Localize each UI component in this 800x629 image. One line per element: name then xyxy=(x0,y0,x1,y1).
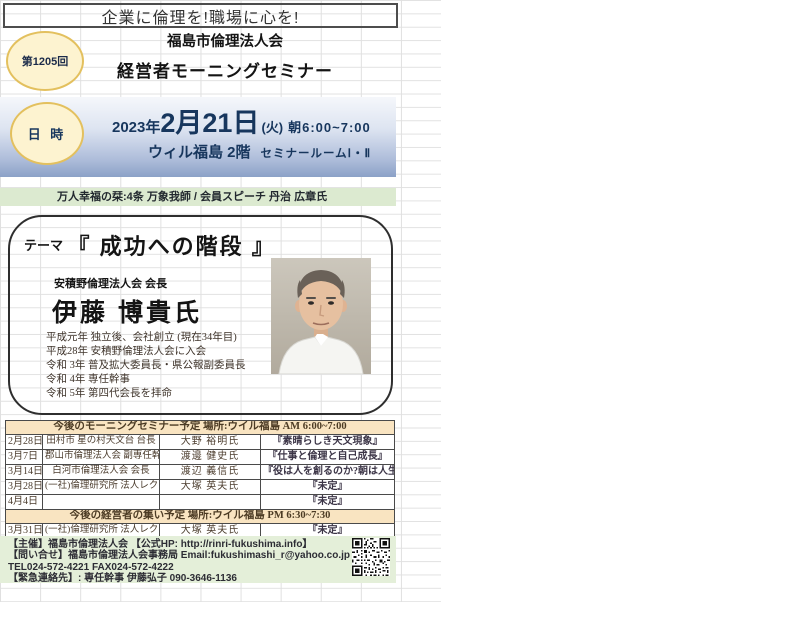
speaker-portrait-graphic xyxy=(271,258,371,374)
table-row: 4月4日 『未定』 xyxy=(6,495,395,510)
event-year: 2023年 xyxy=(112,119,160,136)
event-weekday: (火) xyxy=(261,120,283,135)
footer-contact-line: 【問い合せ】福島市倫理法人会事務局 Email:fukushimashi_r@y… xyxy=(8,550,396,561)
morning-schedule-header-row: 今後のモーニングセミナー予定 場所:ウイル福島 AM 6:00~7:00 xyxy=(6,421,395,435)
cell-theme: 『仕事と倫理と自己成長』 xyxy=(261,450,395,465)
cell-title: 郡山市倫理法人会 副専任幹事 xyxy=(43,450,160,465)
cell-name xyxy=(160,495,261,510)
bio-line: 令和 3年 普及拡大委員長・県公報副委員長 xyxy=(46,359,246,373)
qr-code-graphic xyxy=(352,538,390,576)
cell-name: 渡辺 義信氏 xyxy=(160,465,261,480)
theme-title: 『 成功への階段 』 xyxy=(67,234,275,259)
program-info-bar: 万人幸福の栞:4条 万象我師 / 会員スピーチ 丹治 広章氏 xyxy=(0,188,396,206)
qr-code xyxy=(352,538,390,576)
cell-name: 渡邊 健史氏 xyxy=(160,450,261,465)
slogan-box: 企業に倫理を!職場に心を! xyxy=(3,3,398,28)
datetime-banner: 日 時 2023年2月21日(火) 朝6:00~7:00 ウィル福島 2階セミナー… xyxy=(0,97,396,177)
speaker-photo xyxy=(271,258,371,374)
bio-line: 令和 4年 専任幹事 xyxy=(46,373,246,387)
speaker-name: 伊藤 博貴氏 xyxy=(52,293,202,329)
cell-title xyxy=(43,495,160,510)
footer-phone-line: TEL024-572-4221 FAX024-572-4222 xyxy=(8,562,396,573)
table-row: 3月7日 郡山市倫理法人会 副専任幹事 渡邊 健史氏 『仕事と倫理と自己成長』 xyxy=(6,450,395,465)
bio-line: 平成28年 安積野倫理法人会に入会 xyxy=(46,345,246,359)
event-date: 2月21日 xyxy=(160,108,259,138)
datetime-badge-label: 日 時 xyxy=(28,124,67,143)
evening-schedule-header: 今後の経営者の集い予定 場所:ウイル福島 PM 6:30~7:30 xyxy=(6,510,395,524)
table-row: 2月28日 田村市 星の村天文台 台長 大野 裕明氏 『素晴らしき天文現象』 xyxy=(6,435,395,450)
cell-theme: 『素晴らしき天文現象』 xyxy=(261,435,395,450)
flyer-sheet: 企業に倫理を!職場に心を! 第1205回 福島市倫理法人会 経営者モーニングセミ… xyxy=(0,0,800,629)
cell-date: 3月7日 xyxy=(6,450,43,465)
cell-date: 3月14日 xyxy=(6,465,43,480)
event-time: 朝6:00~7:00 xyxy=(288,120,371,135)
footer-organizer-line: 【主催】福島市倫理法人会 【公式HP: http://rinri-fukushi… xyxy=(8,539,396,550)
evening-schedule-header-row: 今後の経営者の集い予定 場所:ウイル福島 PM 6:30~7:30 xyxy=(6,510,395,524)
cell-name: 大野 裕明氏 xyxy=(160,435,261,450)
bio-line: 令和 5年 第四代会長を拝命 xyxy=(46,387,246,401)
table-row: 3月28日 (一社)倫理研究所 法人レクチャラー 大塚 英夫氏 『未定』 xyxy=(6,480,395,495)
slogan-text: 企業に倫理を!職場に心を! xyxy=(102,4,300,28)
cell-date: 3月28日 xyxy=(6,480,43,495)
venue-room: セミナールームⅠ・Ⅱ xyxy=(261,148,372,160)
event-title: 経営者モーニングセミナー xyxy=(60,57,390,82)
table-row: 3月14日 白河市倫理法人会 会長 渡辺 義信氏 『役は人を創るのか?朝は人生を… xyxy=(6,465,395,480)
datetime-line: 2023年2月21日(火) 朝6:00~7:00 xyxy=(112,101,371,140)
organization-name: 福島市倫理法人会 xyxy=(60,30,390,51)
speaker-bio: 平成元年 独立後、会社創立 (現在34年目) 平成28年 安積野倫理法人会に入会… xyxy=(46,331,246,401)
cell-title: (一社)倫理研究所 法人レクチャラー xyxy=(43,480,160,495)
cell-title: 白河市倫理法人会 会長 xyxy=(43,465,160,480)
cell-date: 4月4日 xyxy=(6,495,43,510)
speaker-affiliation: 安積野倫理法人会 会長 xyxy=(54,275,167,291)
cell-date: 2月28日 xyxy=(6,435,43,450)
bio-line: 平成元年 独立後、会社創立 (現在34年目) xyxy=(46,331,246,345)
venue-line: ウィル福島 2階セミナールームⅠ・Ⅱ xyxy=(148,141,371,162)
cell-theme: 『未定』 xyxy=(261,480,395,495)
theme-line: テーマ 『 成功への階段 』 xyxy=(24,229,276,261)
cell-theme: 『未定』 xyxy=(261,495,395,510)
footer-emergency-line: 【緊急連絡先】: 専任幹事 伊藤弘子 090-3646-1136 xyxy=(8,573,396,584)
cell-name: 大塚 英夫氏 xyxy=(160,480,261,495)
schedule-table: 今後のモーニングセミナー予定 場所:ウイル福島 AM 6:00~7:00 2月2… xyxy=(5,420,395,539)
footer-contact-block: 【主催】福島市倫理法人会 【公式HP: http://rinri-fukushi… xyxy=(0,536,396,583)
cell-title: 田村市 星の村天文台 台長 xyxy=(43,435,160,450)
venue-name: ウィル福島 2階 xyxy=(148,144,251,161)
theme-label: テーマ xyxy=(24,238,63,253)
datetime-badge: 日 時 xyxy=(10,102,84,165)
morning-schedule-header: 今後のモーニングセミナー予定 場所:ウイル福島 AM 6:00~7:00 xyxy=(6,421,395,435)
cell-theme: 『役は人を創るのか?朝は人生を変えるのか?』 xyxy=(261,465,395,480)
